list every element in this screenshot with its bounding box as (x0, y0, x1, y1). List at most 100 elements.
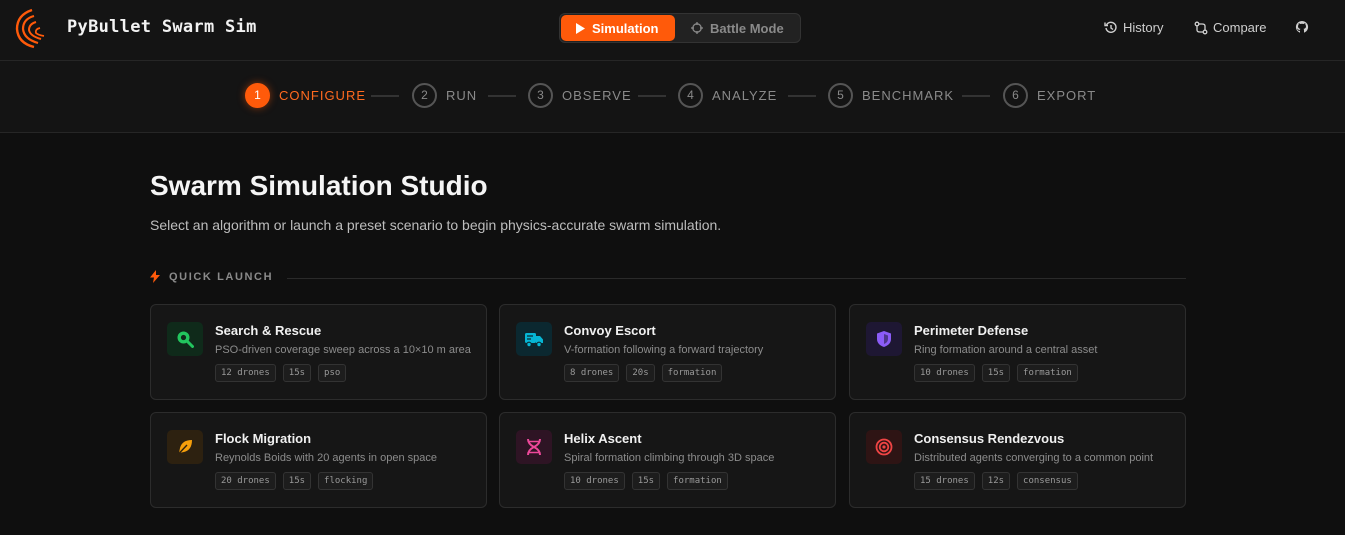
page-subtitle: Select an algorithm or launch a preset s… (150, 217, 722, 233)
card-icon-wrap (167, 322, 203, 356)
scenario-card-search-rescue[interactable]: Search & Rescue PSO-driven coverage swee… (150, 304, 487, 400)
card-tags: 10 drones 15s formation (564, 472, 735, 490)
card-description: V-formation following a forward trajecto… (564, 344, 764, 356)
card-title: Perimeter Defense (914, 323, 1029, 338)
step-label: ANALYZE (712, 87, 778, 103)
tag: 20 drones (215, 472, 276, 490)
card-description: Distributed agents converging to a commo… (914, 452, 1154, 464)
section-divider (287, 278, 1186, 279)
history-link[interactable]: History (1104, 20, 1163, 35)
card-tags: 10 drones 15s formation (914, 364, 1085, 382)
step-observe[interactable]: 3 OBSERVE (528, 82, 632, 108)
scenario-card-perimeter-defense[interactable]: Perimeter Defense Ring formation around … (849, 304, 1186, 400)
tag: 15s (981, 364, 1011, 382)
step-connector (638, 95, 666, 97)
step-connector (962, 95, 990, 97)
logo-icon (15, 8, 45, 49)
card-title: Helix Ascent (564, 431, 642, 446)
step-analyze[interactable]: 4 ANALYZE (678, 82, 777, 108)
lightning-icon (150, 270, 160, 283)
battle-mode-label: Battle Mode (710, 20, 784, 36)
step-number: 5 (828, 82, 853, 108)
tag: 15 drones (914, 472, 975, 490)
card-title: Flock Migration (215, 431, 312, 446)
github-link[interactable] (1295, 20, 1314, 34)
card-icon-wrap (516, 322, 552, 356)
tag: 15s (282, 364, 312, 382)
truck-icon (525, 333, 543, 348)
crosshair-icon (691, 22, 703, 34)
step-label: OBSERVE (562, 87, 632, 103)
step-export[interactable]: 6 EXPORT (1003, 82, 1096, 108)
card-icon-wrap (167, 430, 203, 464)
shield-icon (877, 331, 891, 347)
tag: formation (1017, 364, 1078, 382)
scenario-card-consensus-rendezvous[interactable]: Consensus Rendezvous Distributed agents … (849, 412, 1186, 508)
tag: consensus (1017, 472, 1078, 490)
step-number: 1 (245, 82, 270, 108)
tag: 10 drones (564, 472, 625, 490)
step-number: 4 (678, 82, 703, 108)
card-description: Reynolds Boids with 20 agents in open sp… (215, 452, 437, 464)
step-benchmark[interactable]: 5 BENCHMARK (828, 82, 954, 108)
step-label: EXPORT (1037, 87, 1097, 103)
card-description: PSO-driven coverage sweep across a 10×10… (215, 344, 471, 356)
play-icon (576, 22, 585, 34)
history-icon (1104, 21, 1117, 33)
step-configure[interactable]: 1 CONFIGURE (245, 82, 366, 108)
quick-launch-header: QUICK LAUNCH (150, 270, 273, 283)
scenario-card-helix-ascent[interactable]: Helix Ascent Spiral formation climbing t… (499, 412, 836, 508)
card-tags: 20 drones 15s flocking (215, 472, 380, 490)
step-connector (488, 95, 516, 97)
scenario-card-convoy-escort[interactable]: Convoy Escort V-formation following a fo… (499, 304, 836, 400)
feather-icon (177, 440, 192, 455)
card-icon-wrap (866, 430, 902, 464)
workflow-stepper: 1 CONFIGURE 2 RUN 3 OBSERVE 4 ANALYZE 5 … (0, 61, 1345, 133)
card-description: Ring formation around a central asset (914, 344, 1098, 356)
step-connector (788, 95, 816, 97)
tag: pso (318, 364, 347, 382)
step-label: BENCHMARK (862, 87, 955, 103)
app-title: PyBullet Swarm Sim (67, 17, 257, 37)
simulation-mode-label: Simulation (592, 20, 659, 36)
card-title: Search & Rescue (215, 323, 322, 338)
section-title: QUICK LAUNCH (169, 270, 274, 283)
step-label: CONFIGURE (279, 87, 366, 103)
github-icon (1295, 20, 1309, 33)
tag: 12s (981, 472, 1011, 490)
card-title: Consensus Rendezvous (914, 431, 1065, 446)
page-title: Swarm Simulation Studio (150, 170, 488, 201)
tag: formation (667, 472, 728, 490)
tag: 15s (282, 472, 312, 490)
scenario-card-flock-migration[interactable]: Flock Migration Reynolds Boids with 20 a… (150, 412, 487, 508)
tag: 20s (626, 364, 655, 382)
card-icon-wrap (866, 322, 902, 356)
simulation-mode-button[interactable]: Simulation (561, 15, 675, 41)
dna-icon (527, 438, 541, 456)
tag: 8 drones (564, 364, 620, 382)
compare-label: Compare (1213, 20, 1267, 35)
tag: 15s (631, 472, 661, 490)
step-label: RUN (446, 87, 478, 103)
step-number: 2 (412, 82, 437, 108)
tag: 10 drones (914, 364, 975, 382)
card-title: Convoy Escort (564, 323, 656, 338)
search-icon (177, 331, 194, 348)
tag: formation (661, 364, 723, 382)
target-icon (875, 438, 893, 456)
card-icon-wrap (516, 430, 552, 464)
tag: 12 drones (215, 364, 276, 382)
mode-switch: Simulation Battle Mode (559, 13, 801, 43)
step-number: 6 (1003, 82, 1028, 108)
compare-link[interactable]: Compare (1194, 20, 1266, 35)
battle-mode-button[interactable]: Battle Mode (677, 15, 799, 41)
card-description: Spiral formation climbing through 3D spa… (564, 452, 775, 464)
step-run[interactable]: 2 RUN (412, 82, 477, 108)
tag: flocking (318, 472, 374, 490)
top-bar: PyBullet Swarm Sim Simulation Battle Mod… (0, 0, 1345, 61)
step-connector (371, 95, 399, 97)
step-number: 3 (528, 82, 553, 108)
card-tags: 8 drones 20s formation (564, 364, 729, 382)
card-tags: 12 drones 15s pso (215, 364, 353, 382)
compare-icon (1194, 21, 1208, 34)
